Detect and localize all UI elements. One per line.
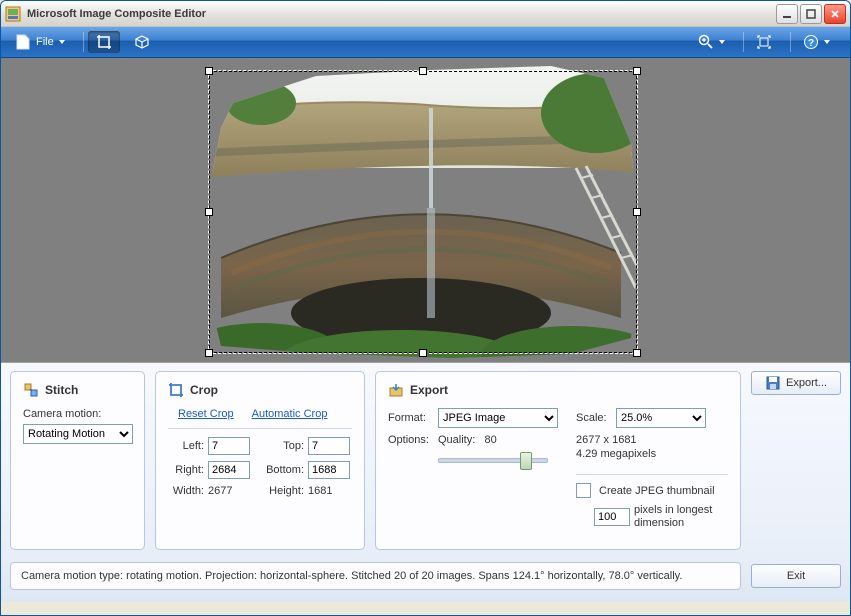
crop-right-input[interactable] (208, 461, 250, 479)
help-icon: ? (803, 34, 819, 50)
thumbnail-label: Create JPEG thumbnail (599, 485, 715, 497)
dropdown-arrow-icon (719, 40, 725, 44)
save-icon (765, 375, 781, 391)
automatic-crop-link[interactable]: Automatic Crop (252, 408, 328, 420)
crop-top-label: Top: (258, 440, 308, 452)
dropdown-arrow-icon (59, 40, 65, 44)
close-button[interactable] (824, 4, 846, 24)
file-label: File (36, 36, 54, 48)
crop-left-input[interactable] (208, 437, 250, 455)
crop-handle-br[interactable] (633, 349, 641, 357)
slider-thumb[interactable] (520, 452, 532, 470)
export-title: Export (410, 383, 448, 397)
crop-width-label: Width: (168, 485, 208, 497)
crop-handle-b[interactable] (419, 349, 427, 357)
toolbar: File (1, 27, 850, 58)
format-label: Format: (388, 412, 434, 424)
quality-slider[interactable] (438, 450, 548, 468)
crop-icon (168, 382, 184, 398)
fit-icon (756, 34, 772, 50)
zoom-menu[interactable] (690, 31, 733, 53)
scale-select[interactable]: 25.0% (616, 408, 706, 428)
export-button[interactable]: Export... (751, 371, 841, 395)
file-menu[interactable]: File (7, 31, 73, 53)
maximize-button[interactable] (800, 4, 822, 24)
export-button-area: Export... (751, 371, 841, 550)
crop-handle-r[interactable] (633, 208, 641, 216)
scale-label: Scale: (576, 412, 612, 424)
divider (576, 474, 728, 475)
crop-panel: Crop Reset Crop Automatic Crop Left: Top… (155, 371, 365, 550)
crop-title: Crop (190, 383, 218, 397)
svg-text:?: ? (808, 38, 814, 49)
image-viewport[interactable] (1, 58, 850, 363)
file-icon (15, 34, 31, 50)
help-menu[interactable]: ? (795, 31, 838, 53)
crop-top-input[interactable] (308, 437, 350, 455)
crop-height-label: Height: (258, 485, 308, 497)
panels-area: Stitch Camera motion: Rotating Motion Cr… (1, 363, 850, 558)
title-bar: Microsoft Image Composite Editor (1, 1, 850, 27)
crop-right-label: Right: (168, 464, 208, 476)
app-icon (5, 6, 21, 22)
thumbnail-desc: pixels in longest dimension (634, 504, 728, 530)
export-dimensions: 2677 x 1681 (576, 434, 728, 446)
export-button-label: Export... (786, 377, 827, 389)
crop-handle-tr[interactable] (633, 67, 641, 75)
crop-handle-l[interactable] (205, 208, 213, 216)
minimize-button[interactable] (776, 4, 798, 24)
crop-icon (96, 34, 112, 50)
quality-label: Quality: (438, 434, 475, 446)
camera-motion-label: Camera motion: (23, 408, 132, 420)
zoom-icon (698, 34, 714, 50)
crop-height-value: 1681 (308, 485, 358, 497)
stitch-icon (23, 382, 39, 398)
thumbnail-size-input[interactable] (594, 508, 630, 526)
window-controls (776, 4, 846, 24)
options-label: Options: (388, 434, 434, 446)
stitch-panel: Stitch Camera motion: Rotating Motion (10, 371, 145, 550)
crop-handle-bl[interactable] (205, 349, 213, 357)
crop-bottom-input[interactable] (308, 461, 350, 479)
quality-value: 80 (484, 434, 496, 446)
cube-icon (134, 34, 150, 50)
format-select[interactable]: JPEG Image (438, 408, 558, 428)
export-panel: Export Format: JPEG Image Options: Quali… (375, 371, 741, 550)
exit-button[interactable]: Exit (751, 564, 841, 588)
crop-left-label: Left: (168, 440, 208, 452)
crop-handle-t[interactable] (419, 67, 427, 75)
status-text: Camera motion type: rotating motion. Pro… (10, 562, 741, 590)
3d-view-button[interactable] (126, 31, 158, 53)
window-title: Microsoft Image Composite Editor (27, 8, 776, 20)
crop-bottom-label: Bottom: (258, 464, 308, 476)
crop-width-value: 2677 (208, 485, 258, 497)
toolbar-separator (83, 32, 84, 52)
thumbnail-checkbox[interactable] (576, 483, 591, 498)
dropdown-arrow-icon (824, 40, 830, 44)
crop-tool-button[interactable] (88, 31, 120, 53)
fit-screen-button[interactable] (748, 31, 780, 53)
export-icon (388, 382, 404, 398)
crop-selection[interactable] (208, 70, 638, 354)
exit-label: Exit (787, 570, 805, 582)
status-bar: Camera motion type: rotating motion. Pro… (1, 558, 850, 602)
export-megapixels: 4.29 megapixels (576, 448, 728, 460)
reset-crop-link[interactable]: Reset Crop (178, 408, 234, 420)
divider (168, 428, 352, 429)
crop-handle-tl[interactable] (205, 67, 213, 75)
camera-motion-select[interactable]: Rotating Motion (23, 424, 133, 444)
stitch-title: Stitch (45, 383, 78, 397)
toolbar-separator (790, 32, 791, 52)
toolbar-separator (743, 32, 744, 52)
